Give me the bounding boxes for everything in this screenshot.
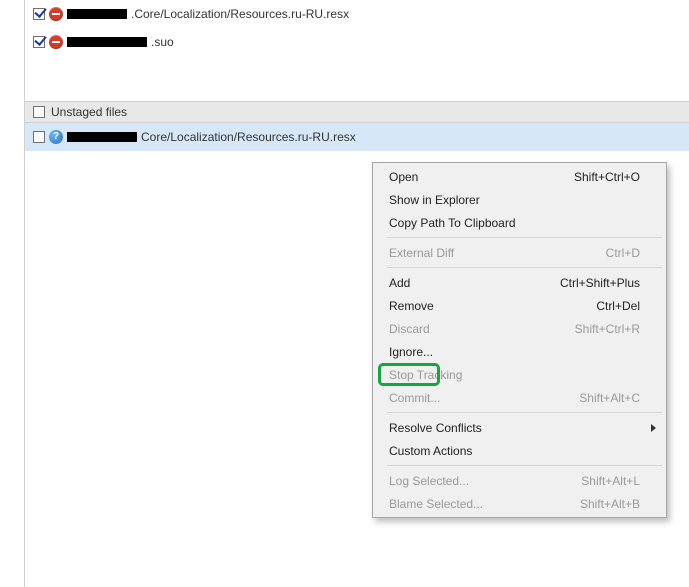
file-path: .Core/Localization/Resources.ru-RU.resx <box>131 7 349 21</box>
menu-blame-selected: Blame Selected... Shift+Alt+B <box>375 492 664 515</box>
redacted-text <box>67 9 127 19</box>
deleted-icon <box>49 7 63 21</box>
menu-label: Commit... <box>389 391 579 405</box>
menu-add[interactable]: Add Ctrl+Shift+Plus <box>375 271 664 294</box>
menu-external-diff: External Diff Ctrl+D <box>375 241 664 264</box>
menu-discard: Discard Shift+Ctrl+R <box>375 317 664 340</box>
menu-show-in-explorer[interactable]: Show in Explorer <box>375 188 664 211</box>
checkbox-icon[interactable] <box>33 36 45 48</box>
menu-shortcut: Shift+Alt+C <box>579 391 640 405</box>
menu-label: Resolve Conflicts <box>389 421 640 435</box>
unknown-icon: ? <box>49 130 63 144</box>
menu-separator <box>387 237 662 238</box>
staged-file-row[interactable]: .suo <box>25 28 689 56</box>
checkbox-icon[interactable] <box>33 8 45 20</box>
menu-label: Remove <box>389 299 596 313</box>
menu-resolve-conflicts[interactable]: Resolve Conflicts <box>375 416 664 439</box>
menu-label: Show in Explorer <box>389 193 640 207</box>
menu-shortcut: Ctrl+D <box>606 246 640 260</box>
menu-copy-path[interactable]: Copy Path To Clipboard <box>375 211 664 234</box>
menu-label: Add <box>389 276 560 290</box>
redacted-text <box>67 37 147 47</box>
menu-ignore[interactable]: Ignore... <box>375 340 664 363</box>
menu-custom-actions[interactable]: Custom Actions <box>375 439 664 462</box>
menu-label: External Diff <box>389 246 606 260</box>
menu-label: Stop Tracking <box>389 368 640 382</box>
checkbox-icon[interactable] <box>33 131 45 143</box>
menu-label: Custom Actions <box>389 444 640 458</box>
unstaged-header[interactable]: Unstaged files <box>25 101 689 123</box>
menu-stop-tracking: Stop Tracking <box>375 363 664 386</box>
deleted-icon <box>49 35 63 49</box>
spacer <box>25 56 689 101</box>
menu-commit: Commit... Shift+Alt+C <box>375 386 664 409</box>
context-menu: Open Shift+Ctrl+O Show in Explorer Copy … <box>372 162 667 518</box>
menu-shortcut: Ctrl+Del <box>596 299 640 313</box>
menu-shortcut: Shift+Alt+B <box>580 497 640 511</box>
chevron-right-icon <box>651 424 656 432</box>
menu-label: Log Selected... <box>389 474 581 488</box>
menu-open[interactable]: Open Shift+Ctrl+O <box>375 165 664 188</box>
menu-shortcut: Shift+Alt+L <box>581 474 640 488</box>
menu-separator <box>387 267 662 268</box>
left-margin <box>0 0 25 587</box>
menu-separator <box>387 465 662 466</box>
menu-shortcut: Ctrl+Shift+Plus <box>560 276 640 290</box>
menu-label: Copy Path To Clipboard <box>389 216 640 230</box>
menu-shortcut: Shift+Ctrl+O <box>574 170 640 184</box>
file-path: .suo <box>151 35 174 49</box>
menu-label: Ignore... <box>389 345 640 359</box>
checkbox-icon[interactable] <box>33 106 45 118</box>
menu-separator <box>387 412 662 413</box>
menu-label: Discard <box>389 322 575 336</box>
redacted-text <box>67 132 137 142</box>
menu-log-selected: Log Selected... Shift+Alt+L <box>375 469 664 492</box>
menu-label: Open <box>389 170 574 184</box>
menu-label: Blame Selected... <box>389 497 580 511</box>
unstaged-label: Unstaged files <box>51 105 127 119</box>
staged-file-row[interactable]: .Core/Localization/Resources.ru-RU.resx <box>25 0 689 28</box>
menu-shortcut: Shift+Ctrl+R <box>575 322 640 336</box>
unstaged-file-row[interactable]: ? Core/Localization/Resources.ru-RU.resx <box>25 123 689 151</box>
menu-remove[interactable]: Remove Ctrl+Del <box>375 294 664 317</box>
file-path: Core/Localization/Resources.ru-RU.resx <box>141 130 356 144</box>
